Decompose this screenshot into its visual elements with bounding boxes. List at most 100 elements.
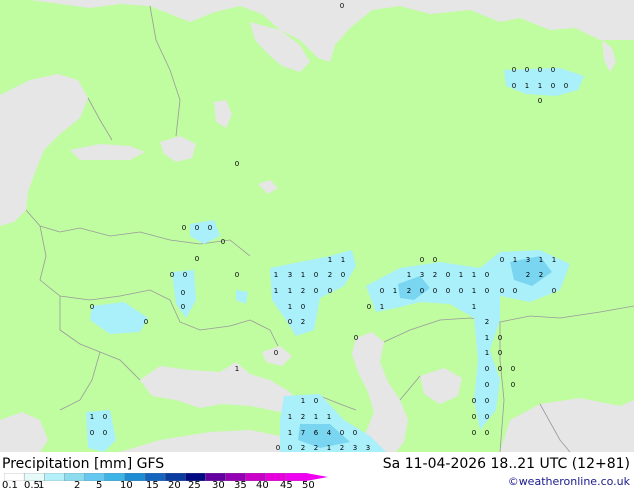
precip-value: 0 [552, 287, 556, 295]
precip-value: 1 [472, 271, 476, 279]
precip-value: 1 [327, 413, 331, 421]
precip-value: 1 [538, 82, 542, 90]
precip-value: 0 [420, 256, 424, 264]
precip-value: 1 [459, 271, 463, 279]
precip-value: 2 [485, 318, 489, 326]
precip-value: 0 [472, 429, 476, 437]
precip-value: 1 [539, 256, 543, 264]
precip-value: 0 [221, 238, 225, 246]
precip-value: 0 [446, 271, 450, 279]
precip-value: 0 [500, 256, 504, 264]
precip-value: 0 [498, 349, 502, 357]
precip-value: 1 [472, 303, 476, 311]
precip-value: 0 [446, 287, 450, 295]
precip-value: 1 [288, 287, 292, 295]
precip-value: 0 [380, 287, 384, 295]
colorbar-segment [44, 473, 66, 481]
precip-value: 0 [170, 271, 174, 279]
precip-value: 2 [433, 271, 437, 279]
precip-value: 6 [314, 429, 319, 437]
precip-value: 3 [353, 444, 357, 452]
precip-value: 1 [288, 413, 292, 421]
precip-value: 0 [182, 224, 186, 232]
precip-value: 3 [526, 256, 530, 264]
precip-value: 0 [513, 287, 517, 295]
precip-value: 0 [498, 365, 502, 373]
precip-value: 1 [525, 82, 529, 90]
precip-value: 0 [274, 349, 278, 357]
precip-value: 1 [472, 287, 476, 295]
precip-value: 0 [433, 287, 437, 295]
precip-value: 0 [183, 271, 187, 279]
precip-value: 1 [90, 413, 94, 421]
precip-value: 0 [459, 287, 463, 295]
precip-value: 0 [367, 303, 371, 311]
precip-value: 2 [314, 444, 318, 452]
precip-value: 2 [539, 271, 543, 279]
precip-value: 0 [511, 365, 515, 373]
precipitation-map[interactable]: 0 0 0 0 0 0 1 1 0 0 0 0 0 0 0 0 0 0 0 0 0 0 0 0 1 1 1 3 1 0 2 0 1 1 2 0 0 1 0 0… [0, 0, 634, 453]
precip-value: 2 [407, 287, 411, 295]
precip-value: 0 [314, 397, 318, 405]
precip-value: 0 [340, 2, 344, 10]
precip-value: 1 [513, 256, 517, 264]
precip-value: 0 [485, 365, 489, 373]
precip-value: 1 [341, 256, 345, 264]
precip-value: 0 [525, 66, 529, 74]
precip-value: 0 [314, 271, 318, 279]
precip-value: 0 [512, 82, 516, 90]
precip-value: 0 [340, 429, 344, 437]
precip-value: 0 [354, 334, 358, 342]
precip-value: 0 [288, 318, 292, 326]
precip-value: 0 [485, 271, 489, 279]
precip-value: 0 [472, 413, 476, 421]
precip-value: 2 [301, 444, 305, 452]
precip-value: 0 [235, 160, 239, 168]
precip-value: 1 [288, 303, 292, 311]
precip-value: 2 [301, 318, 305, 326]
precip-value: 0 [420, 287, 424, 295]
precip-value: 0 [208, 224, 212, 232]
precip-value: 1 [274, 287, 278, 295]
precip-value: 0 [90, 429, 94, 437]
precip-value: 0 [353, 429, 357, 437]
precip-value: 0 [485, 429, 489, 437]
precip-value: 0 [485, 381, 489, 389]
precip-value: 0 [551, 66, 555, 74]
precip-value: 0 [235, 271, 239, 279]
precip-value: 1 [274, 271, 278, 279]
precip-value: 3 [288, 271, 292, 279]
precip-value: 0 [181, 303, 185, 311]
precip-value: 1 [485, 334, 489, 342]
precip-value: 1 [380, 303, 384, 311]
precip-value: 2 [328, 271, 332, 279]
precip-value: 0 [301, 303, 305, 311]
precip-value: 0 [485, 413, 489, 421]
precip-value: 0 [485, 397, 489, 405]
precip-value: 0 [341, 271, 345, 279]
precip-value: 3 [366, 444, 370, 452]
precip-value: 4 [327, 429, 332, 437]
precipitation-title: Precipitation [mm] GFS [2, 456, 165, 472]
precip-value: 0 [181, 289, 185, 297]
precip-value: 0 [500, 287, 504, 295]
precip-value: 0 [328, 287, 332, 295]
precip-value: 0 [512, 66, 516, 74]
precip-value: 0 [103, 429, 107, 437]
precip-value: 0 [538, 66, 542, 74]
precip-value: 1 [327, 444, 331, 452]
precip-value: 3 [420, 271, 424, 279]
precip-value: 1 [301, 397, 305, 405]
precip-value: 1 [235, 365, 239, 373]
precip-value: 1 [485, 349, 489, 357]
precip-value: 1 [552, 256, 556, 264]
precip-value: 1 [393, 287, 397, 295]
precip-value: 0 [498, 334, 502, 342]
precip-value: 0 [538, 97, 542, 105]
site-credit[interactable]: ©weatheronline.co.uk [508, 475, 630, 488]
precip-value: 0 [103, 413, 107, 421]
precip-value: 1 [407, 271, 411, 279]
forecast-timestamp: Sa 11-04-2026 18..21 UTC (12+81) [382, 456, 630, 472]
precip-value: 0 [195, 224, 199, 232]
precip-value: 1 [288, 429, 292, 437]
